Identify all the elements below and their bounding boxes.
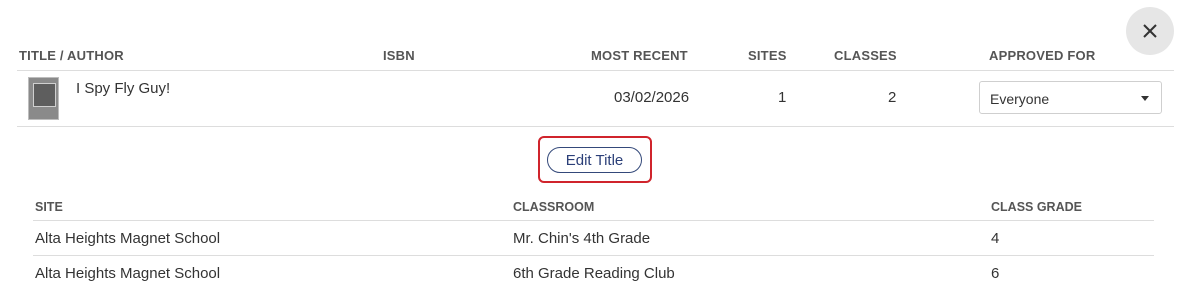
column-header-approved-for[interactable]: APPROVED FOR (989, 48, 1095, 63)
book-cover-image (28, 77, 59, 120)
detail-header-classroom: CLASSROOM (513, 200, 595, 214)
detail-row-1-grade: 4 (991, 230, 1000, 247)
column-header-sites[interactable]: SITES (748, 48, 787, 63)
book-title[interactable]: I Spy Fly Guy! (76, 80, 170, 97)
detail-row-2-classroom: 6th Grade Reading Club (513, 265, 675, 282)
sites-count: 1 (778, 89, 787, 106)
approved-for-value: Everyone (990, 91, 1050, 107)
approved-for-select[interactable]: Everyone (979, 81, 1162, 114)
detail-header-class-grade: CLASS GRADE (991, 200, 1082, 214)
detail-row-1-site: Alta Heights Magnet School (35, 230, 221, 247)
close-icon (1142, 23, 1158, 39)
detail-row-2-grade: 6 (991, 265, 1000, 282)
detail-row-2-site: Alta Heights Magnet School (35, 265, 221, 282)
chevron-down-icon (1141, 96, 1149, 101)
column-header-classes[interactable]: CLASSES (834, 48, 897, 63)
column-header-most-recent[interactable]: MOST RECENT (591, 48, 688, 63)
detail-header-divider (33, 220, 1154, 221)
column-header-isbn[interactable]: ISBN (383, 48, 415, 63)
header-divider (17, 70, 1174, 71)
edit-title-button[interactable]: Edit Title (547, 147, 642, 173)
column-header-title-author[interactable]: TITLE / AUTHOR (19, 48, 124, 63)
close-button[interactable] (1126, 7, 1174, 55)
classes-count: 2 (888, 89, 897, 106)
most-recent-date: 03/02/2026 (614, 89, 690, 106)
detail-header-site: SITE (35, 200, 63, 214)
detail-row-1-classroom: Mr. Chin's 4th Grade (513, 230, 651, 247)
detail-row-divider (33, 255, 1154, 256)
row-divider (17, 126, 1174, 127)
